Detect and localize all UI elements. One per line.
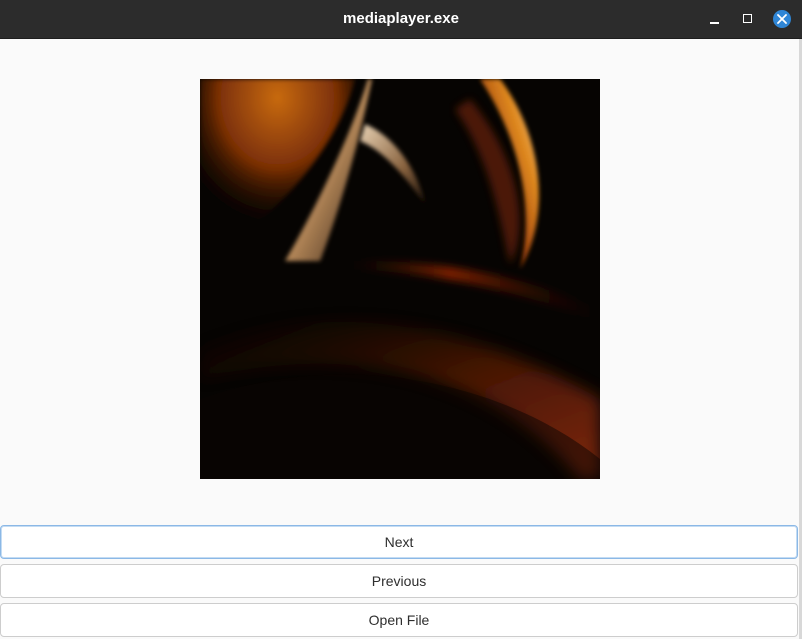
title-bar[interactable]: mediaplayer.exe	[0, 0, 802, 39]
maximize-icon	[743, 14, 752, 23]
main-content: Next Previous Open File	[0, 39, 802, 639]
app-window: mediaplayer.exe Next Previous Open File	[0, 0, 802, 639]
next-button[interactable]: Next	[0, 525, 798, 559]
minimize-icon	[710, 22, 719, 24]
close-button[interactable]	[771, 8, 793, 30]
window-title: mediaplayer.exe	[343, 10, 459, 27]
maximize-button[interactable]	[737, 8, 759, 30]
previous-button[interactable]: Previous	[0, 564, 798, 598]
open-file-button[interactable]: Open File	[0, 603, 798, 637]
album-artwork-image	[200, 79, 600, 479]
close-icon	[773, 10, 791, 28]
minimize-button[interactable]	[703, 8, 725, 30]
